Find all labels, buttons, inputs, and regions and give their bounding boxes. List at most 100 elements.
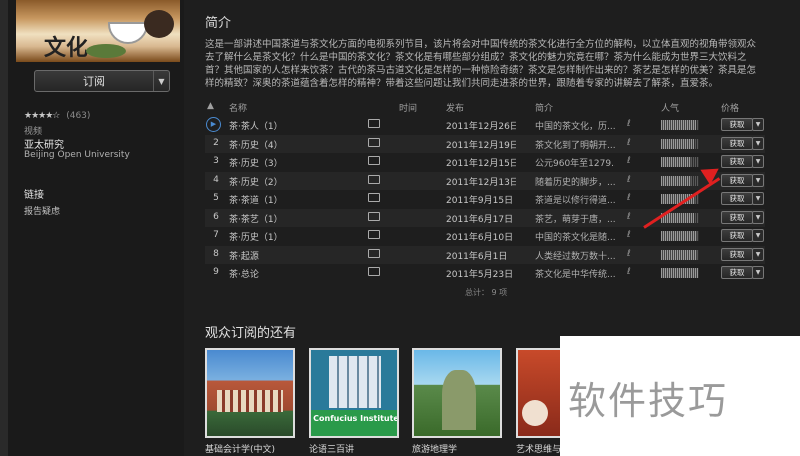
episode-name[interactable]: 茶·历史（1） — [229, 230, 339, 243]
get-button[interactable]: 获取 — [721, 229, 753, 242]
links-heading: 链接 — [24, 190, 44, 201]
popularity-bar — [661, 249, 699, 260]
episode-name[interactable]: 茶·历史（3） — [229, 156, 339, 169]
episode-summary: 茶道是以修行得道... — [535, 196, 615, 206]
table-row[interactable]: 5 茶·茶道（1） 2011年9月15日 茶道是以修行得道... ℓ 获取 ▼ — [205, 190, 765, 209]
popularity-bar — [661, 268, 699, 278]
sidebar — [8, 0, 184, 456]
episode-number: 4 — [213, 174, 219, 185]
watermark: 软件技巧 — [560, 336, 800, 456]
column-release[interactable]: 发布 — [446, 101, 464, 114]
table-row[interactable]: 3 茶·历史（3） 2011年12月15日 公元960年至1279... ℓ 获取 ▼ — [205, 153, 765, 172]
episode-name[interactable]: 茶·茶艺（1） — [229, 212, 339, 225]
chevron-down-icon[interactable]: ▼ — [752, 266, 764, 279]
info-icon[interactable]: ℓ — [627, 175, 631, 185]
episode-name[interactable]: 茶·总论 — [229, 267, 339, 280]
play-icon[interactable]: ▶ — [206, 117, 221, 132]
episode-list: ▶ 茶·茶人（1） 2011年12月26日 中国的茶文化，历... ℓ 获取 ▼ 2 茶·历史（… — [205, 116, 765, 283]
episode-summary: 公元960年至1279... — [535, 159, 615, 169]
rating: ★★★★☆ (463) — [24, 111, 90, 121]
video-icon — [368, 230, 380, 239]
info-icon[interactable]: ℓ — [627, 212, 631, 222]
chevron-down-icon[interactable]: ▼ — [752, 210, 764, 224]
popularity-fill — [661, 175, 691, 186]
episode-number: 7 — [213, 230, 219, 240]
publisher-english: Beijing Open University — [24, 150, 130, 160]
course-thumbnail-art[interactable] — [516, 348, 562, 438]
popularity-fill — [661, 120, 696, 130]
publisher-link[interactable]: 亚太研究 — [24, 136, 64, 151]
column-time[interactable]: 时间 — [399, 101, 417, 114]
get-button[interactable]: 获取 — [721, 192, 753, 205]
info-icon[interactable]: ℓ — [627, 138, 631, 148]
info-icon[interactable]: ℓ — [627, 230, 631, 240]
table-row[interactable]: 2 茶·历史（4） 2011年12月19日 茶文化到了明朝开... ℓ 获取 ▼ — [205, 134, 765, 153]
popularity-bar — [661, 175, 699, 186]
table-row[interactable]: 8 茶·起源 2011年6月1日 人类经过数万数十... ℓ 获取 ▼ — [205, 245, 765, 264]
course-cover-image: 文化 — [16, 0, 180, 62]
get-button[interactable]: 获取 — [721, 136, 753, 150]
episode-number: 2 — [213, 137, 219, 148]
chevron-down-icon[interactable]: ▼ — [752, 247, 764, 261]
chevron-down-icon[interactable]: ▼ — [752, 136, 764, 150]
popularity-bar — [661, 157, 699, 167]
report-concern-link[interactable]: 报告疑虑 — [24, 204, 60, 217]
table-row[interactable]: ▶ 茶·茶人（1） 2011年12月26日 中国的茶文化，历... ℓ 获取 ▼ — [205, 116, 765, 135]
course-label-tourism[interactable]: 旅游地理学 — [412, 442, 457, 455]
subscribe-button[interactable]: 订阅 ▼ — [34, 70, 170, 92]
description-text: 这是一部讲述中国茶道与茶文化方面的电视系列节目，该片将会对中国传统的茶文化进行全… — [205, 39, 757, 89]
info-icon[interactable]: ℓ — [627, 119, 631, 129]
get-button[interactable]: 获取 — [721, 118, 753, 131]
episode-summary: 茶文化到了明朝开... — [535, 140, 615, 151]
column-popularity[interactable]: 人气 — [661, 101, 679, 114]
course-label-analects[interactable]: 论语三百讲 — [309, 442, 354, 455]
table-row[interactable]: 9 茶·总论 2011年5月23日 茶文化是中华传统... ℓ 获取 ▼ — [205, 264, 765, 283]
episode-name[interactable]: 茶·历史（4） — [229, 138, 339, 151]
table-row[interactable]: 6 茶·茶艺（1） 2011年6月17日 茶艺，萌芽于唐，... ℓ 获取 ▼ — [205, 208, 765, 227]
table-header: ▲ 名称 时间 发布 简介 人气 价格 — [205, 100, 765, 114]
course-thumbnail-tourism[interactable] — [412, 348, 502, 438]
info-icon[interactable]: ℓ — [627, 249, 631, 259]
table-row[interactable]: 4 茶·历史（2） 2011年12月13日 随着历史的脚步，... ℓ 获取 ▼ — [205, 171, 765, 190]
episode-summary: 茶文化是中华传统... — [535, 270, 615, 280]
sort-arrow-icon[interactable]: ▲ — [207, 101, 214, 111]
episode-name[interactable]: 茶·起源 — [229, 249, 339, 262]
episode-number: 9 — [213, 267, 219, 277]
column-summary[interactable]: 简介 — [535, 101, 553, 114]
episode-date: 2011年9月15日 — [446, 196, 514, 206]
column-price[interactable]: 价格 — [721, 101, 739, 114]
total-count: 总计： 9 项 — [465, 288, 508, 297]
episode-name[interactable]: 茶·茶人（1） — [229, 119, 339, 132]
info-icon[interactable]: ℓ — [627, 193, 631, 203]
get-button[interactable]: 获取 — [721, 266, 753, 279]
course-thumbnail-analects[interactable]: Confucius Institute — [309, 348, 399, 438]
info-icon[interactable]: ℓ — [627, 267, 631, 277]
info-icon[interactable]: ℓ — [627, 156, 631, 166]
star-rating-icon: ★★★★☆ — [24, 111, 60, 121]
episode-name[interactable]: 茶·历史（2） — [229, 175, 339, 188]
video-icon — [368, 211, 380, 221]
get-button[interactable]: 获取 — [721, 173, 753, 187]
chevron-down-icon[interactable]: ▼ — [153, 71, 169, 91]
video-icon — [368, 248, 380, 258]
also-subscribed-title: 观众订阅的还有 — [205, 326, 297, 341]
course-label-art[interactable]: 艺术思维与 — [516, 442, 561, 455]
table-row[interactable]: 7 茶·历史（1） 2011年6月10日 中国的茶文化是随... ℓ 获取 ▼ — [205, 227, 765, 246]
course-label-accounting[interactable]: 基础会计学(中文) — [205, 442, 275, 455]
episode-summary: 中国的茶文化，历... — [535, 122, 615, 132]
video-icon — [368, 174, 380, 184]
chevron-down-icon[interactable]: ▼ — [752, 173, 764, 187]
course-thumbnail-accounting[interactable] — [205, 348, 295, 438]
episode-name[interactable]: 茶·茶道（1） — [229, 193, 339, 206]
chevron-down-icon[interactable]: ▼ — [752, 229, 764, 242]
chevron-down-icon[interactable]: ▼ — [752, 118, 764, 131]
episode-date: 2011年12月15日 — [446, 159, 516, 169]
get-button[interactable]: 获取 — [721, 155, 753, 168]
cover-leaf — [86, 44, 126, 58]
chevron-down-icon[interactable]: ▼ — [752, 155, 764, 168]
column-name[interactable]: 名称 — [229, 101, 247, 114]
episode-date: 2011年6月17日 — [446, 214, 514, 225]
get-button[interactable]: 获取 — [721, 210, 753, 224]
chevron-down-icon[interactable]: ▼ — [752, 192, 764, 205]
get-button[interactable]: 获取 — [721, 247, 753, 261]
